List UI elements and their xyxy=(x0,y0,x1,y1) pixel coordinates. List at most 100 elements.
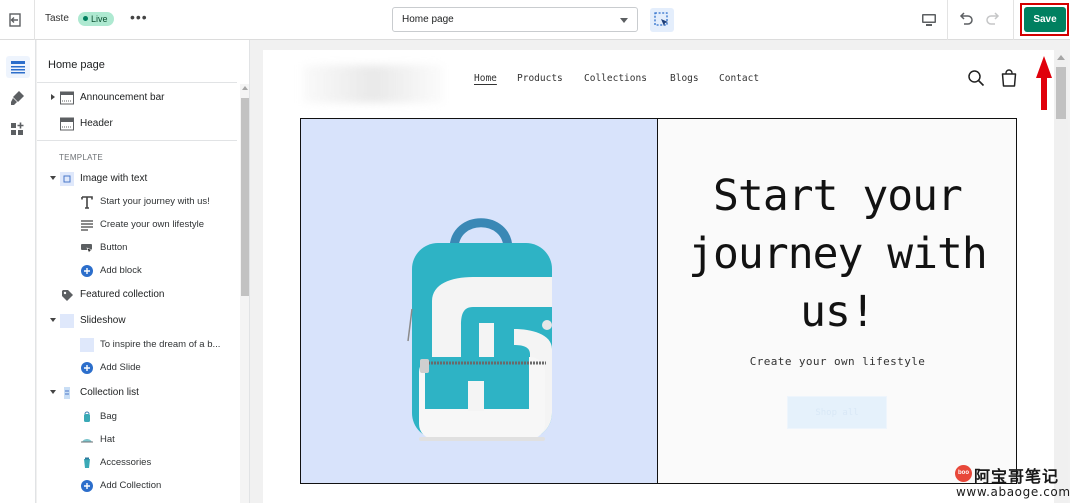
store-logo[interactable] xyxy=(303,65,443,103)
watermark-chinese-text: 阿宝哥笔记 xyxy=(974,467,1060,486)
block-collection-bag[interactable]: Bag xyxy=(37,406,237,428)
image-with-text-section[interactable]: Start your journey with us! Create your … xyxy=(300,118,1017,484)
top-bar: Taste Live ••• Home page Save xyxy=(0,0,1070,40)
section-label: Featured collection xyxy=(80,289,165,300)
preview-scroll-thumb[interactable] xyxy=(1056,67,1066,119)
block-label: Button xyxy=(100,242,128,253)
rail-theme-settings-button[interactable] xyxy=(6,87,30,109)
plus-circle-icon xyxy=(81,362,93,374)
block-slide[interactable]: To inspire the dream of a b... xyxy=(37,334,237,356)
section-label: Image with text xyxy=(80,173,148,184)
block-label: Accessories xyxy=(100,457,152,468)
section-slideshow[interactable]: Slideshow xyxy=(37,310,237,332)
text-paragraph-icon xyxy=(81,220,93,231)
save-button[interactable]: Save xyxy=(1024,7,1066,32)
chevron-down-icon[interactable] xyxy=(50,318,56,322)
template-heading: TEMPLATE xyxy=(59,153,104,162)
heading-text-icon xyxy=(81,196,93,209)
divider xyxy=(37,82,237,83)
block-label: Bag xyxy=(100,411,117,422)
backpack-image xyxy=(407,218,552,441)
chevron-right-icon[interactable] xyxy=(51,94,55,100)
hero-text-panel: Start your journey with us! Create your … xyxy=(659,119,1016,483)
redo-icon[interactable] xyxy=(983,10,1003,30)
watermark: boo 阿宝哥笔记 www.abaoge.com xyxy=(952,464,1070,503)
nav-link-collections[interactable]: Collections xyxy=(584,73,647,84)
add-collection-label: Add Collection xyxy=(100,480,162,491)
chevron-down-icon[interactable] xyxy=(50,390,56,394)
exit-icon[interactable] xyxy=(6,10,26,30)
divider xyxy=(34,0,35,40)
chevron-down-icon[interactable] xyxy=(50,176,56,180)
more-actions-button[interactable]: ••• xyxy=(130,9,148,25)
add-block-label: Add block xyxy=(100,265,142,276)
desktop-icon[interactable] xyxy=(920,11,938,29)
section-collection-list[interactable]: Collection list xyxy=(37,382,237,404)
add-slide-label: Add Slide xyxy=(100,362,141,373)
apps-icon xyxy=(11,122,24,135)
header-icon xyxy=(60,117,74,131)
button-block-icon xyxy=(81,244,93,254)
sidebar-scroll-thumb[interactable] xyxy=(241,98,249,296)
plus-circle-icon xyxy=(81,265,93,277)
sidebar-title: Home page xyxy=(48,59,105,71)
section-label: Announcement bar xyxy=(80,92,165,103)
section-header[interactable]: Header xyxy=(37,113,237,135)
scroll-up-icon[interactable] xyxy=(242,86,248,90)
hero-cta-button[interactable]: Shop all xyxy=(787,396,887,429)
divider xyxy=(1013,0,1014,40)
nav-link-blogs[interactable]: Blogs xyxy=(670,73,699,84)
accessories-icon xyxy=(84,457,90,468)
cart-icon[interactable] xyxy=(1000,68,1018,88)
rail-sections-button[interactable] xyxy=(6,56,30,78)
block-label: Create your own lifestyle xyxy=(100,219,205,230)
sections-icon xyxy=(11,61,25,74)
announcement-bar-icon xyxy=(60,91,74,105)
block-label: To inspire the dream of a b... xyxy=(100,339,221,350)
rail-apps-button[interactable] xyxy=(6,118,30,140)
watermark-url: www.abaoge.com xyxy=(956,485,1070,499)
nav-link-home[interactable]: Home xyxy=(474,73,497,84)
divider xyxy=(947,0,948,40)
block-collection-hat[interactable]: Hat xyxy=(37,429,237,451)
section-label: Collection list xyxy=(80,387,139,398)
inspector-icon xyxy=(654,12,668,26)
theme-settings-icon xyxy=(11,91,24,105)
block-label: Hat xyxy=(100,434,115,445)
add-slide-button[interactable]: Add Slide xyxy=(37,357,237,379)
preview-scrollbar[interactable] xyxy=(1054,50,1068,503)
section-label: Header xyxy=(80,118,113,129)
image-with-text-icon xyxy=(60,172,74,186)
nav-link-contact[interactable]: Contact xyxy=(719,73,759,84)
block-label: Start your journey with us! xyxy=(100,196,210,207)
section-featured-collection[interactable]: Featured collection xyxy=(37,284,237,306)
block-button[interactable]: Button xyxy=(37,237,237,259)
live-status-badge: Live xyxy=(78,12,114,26)
watermark-badge: boo xyxy=(955,465,972,482)
hat-icon xyxy=(81,439,93,443)
theme-name: Taste xyxy=(45,13,69,24)
inspector-toggle-button[interactable] xyxy=(650,8,674,32)
section-image-with-text[interactable]: Image with text xyxy=(37,168,237,190)
add-collection-button[interactable]: Add Collection xyxy=(37,475,237,497)
left-rail xyxy=(0,40,36,503)
scroll-up-icon[interactable] xyxy=(1057,55,1065,60)
block-text[interactable]: Create your own lifestyle xyxy=(37,214,237,236)
storefront-preview: Home Products Collections Blogs Contact xyxy=(263,50,1054,503)
collection-list-icon xyxy=(64,387,70,399)
section-announcement-bar[interactable]: Announcement bar xyxy=(37,87,237,109)
block-heading[interactable]: Start your journey with us! xyxy=(37,191,237,213)
plus-circle-icon xyxy=(81,480,93,492)
hero-image xyxy=(301,119,658,483)
hero-cta-label: Shop all xyxy=(815,408,859,418)
page-select[interactable]: Home page xyxy=(392,7,638,32)
hero-heading: Start your journey with us! xyxy=(688,171,988,337)
nav-link-products[interactable]: Products xyxy=(517,73,563,84)
add-block-button[interactable]: Add block xyxy=(37,260,237,282)
undo-icon[interactable] xyxy=(956,10,976,30)
hero-subheading: Create your own lifestyle xyxy=(749,355,926,368)
sidebar-scrollbar[interactable] xyxy=(240,84,249,503)
slide-icon xyxy=(80,338,94,352)
search-icon[interactable] xyxy=(967,69,985,87)
block-collection-accessories[interactable]: Accessories xyxy=(37,452,237,474)
